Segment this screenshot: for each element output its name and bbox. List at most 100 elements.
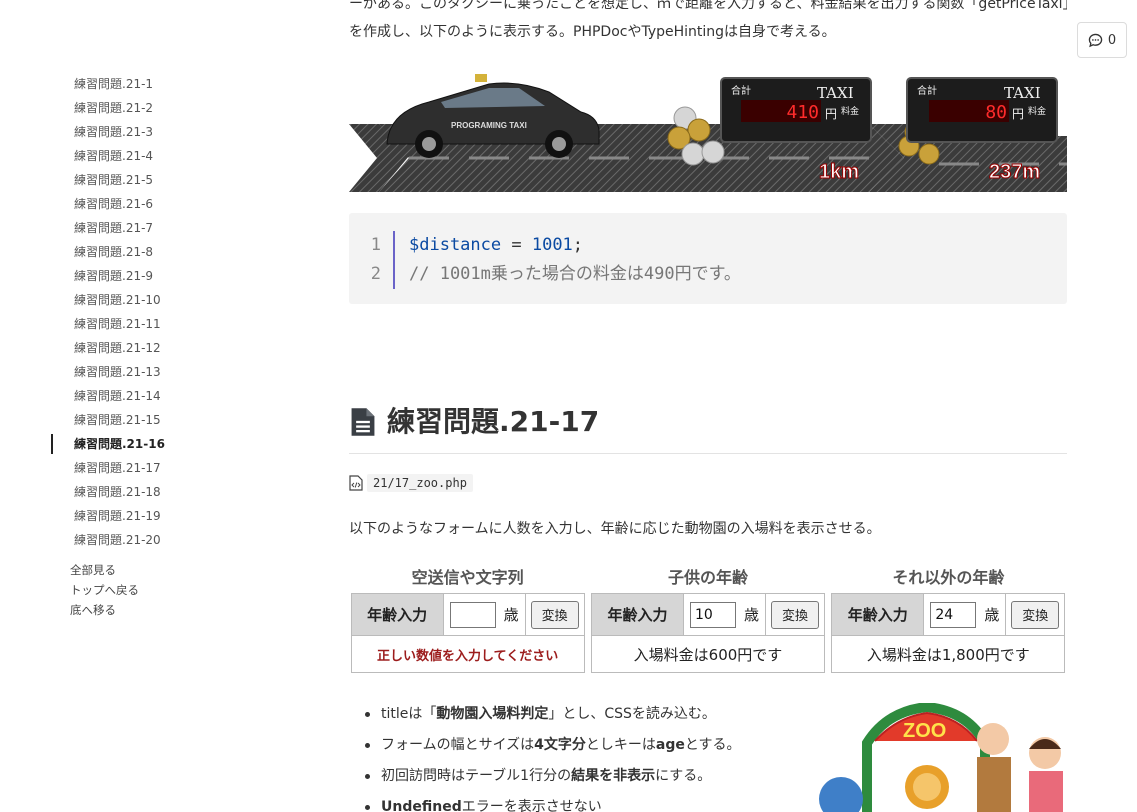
convert-button-wrap: 変換 [766, 594, 824, 635]
toc-item[interactable]: 練習問題.21-4 [0, 144, 200, 168]
age-label: 年齢入力 [832, 594, 925, 635]
age-field: 24 歳 [924, 594, 1007, 635]
zoo-sign: ZOO [903, 720, 946, 742]
age-unit: 歳 [984, 606, 1000, 624]
list-item: Undefinedエラーを表示させない [349, 792, 799, 812]
toc-item[interactable]: 練習問題.21-17 [0, 456, 200, 480]
panel-form: 年齢入力 10 歳変換入場料金は600円です [590, 593, 825, 673]
svg-text:合計: 合計 [917, 84, 937, 97]
code-block: 1 $distance = 1001; 2 // 1001m乗った場合の料金は4… [349, 213, 1067, 304]
requirements-list: titleは「動物園入場料判定」とし、CSSを読み込む。 フォームの幅とサイズは4… [349, 699, 799, 812]
toc-item[interactable]: 練習問題.21-9 [0, 264, 200, 288]
file-reference: 21/17_zoo.php [349, 474, 473, 492]
svg-text:TAXI: TAXI [817, 84, 854, 102]
comment-button[interactable]: 0 [1077, 22, 1127, 58]
convert-button[interactable]: 変換 [1011, 600, 1060, 629]
toc-item[interactable]: 練習問題.21-8 [0, 240, 200, 264]
comment-count: 0 [1107, 32, 1117, 48]
panel-form: 年齢入力 24 歳変換入場料金は1,800円です [831, 593, 1066, 673]
toc-item[interactable]: 練習問題.21-5 [0, 168, 200, 192]
intro-text: ーがある。このタクシーに乗ったことを想定し、ｍで距離を入力すると、料金結果を出力… [349, 0, 1067, 46]
intro-line-2: を作成し、以下のように表示する。PHPDocやTypeHintingは自身で考え… [349, 24, 836, 40]
go-to-bottom-link[interactable]: 底へ移る [70, 600, 200, 620]
line-number: 1 [349, 231, 395, 260]
age-field: 10 歳 [684, 594, 766, 635]
age-input[interactable]: 24 [930, 601, 977, 628]
meter-2-amount: 80 [985, 102, 1007, 123]
meter-1-amount: 410 [786, 102, 819, 123]
toc-item[interactable]: 練習問題.21-15 [0, 408, 200, 432]
code-line: 1 $distance = 1001; [349, 231, 1067, 260]
line-number: 2 [349, 260, 395, 289]
file-name: 21/17_zoo.php [367, 474, 473, 492]
result-message: 入場料金は1,800円です [866, 645, 1030, 664]
document-icon [351, 408, 375, 436]
code-line: 2 // 1001m乗った場合の料金は490円です。 [349, 260, 1067, 289]
section-title: 練習問題.21-17 [387, 405, 600, 438]
convert-button[interactable]: 変換 [770, 600, 819, 629]
intro-line-1: ーがある。このタクシーに乗ったことを想定し、ｍで距離を入力すると、料金結果を出力… [349, 0, 1067, 12]
toc-item[interactable]: 練習問題.21-16 [0, 432, 200, 456]
code-comment: // 1001m乗った場合の料金は490円です。 [409, 264, 741, 284]
age-input[interactable]: 10 [689, 601, 736, 628]
toc-item[interactable]: 練習問題.21-10 [0, 288, 200, 312]
toc-item[interactable]: 練習問題.21-19 [0, 504, 200, 528]
meter-1-distance: 1km [819, 161, 859, 183]
toc-item[interactable]: 練習問題.21-18 [0, 480, 200, 504]
car-text: PROGRAMING TAXI [451, 121, 527, 130]
age-label: 年齢入力 [351, 594, 444, 635]
list-item: 初回訪問時はテーブル1行分の結果を非表示にする。 [349, 761, 799, 792]
panel-form: 年齢入力 歳変換正しい数値を入力してください [350, 593, 585, 673]
view-all-link[interactable]: 全部見る [70, 560, 200, 580]
convert-button-wrap: 変換 [1006, 594, 1064, 635]
toc-item[interactable]: 練習問題.21-13 [0, 360, 200, 384]
age-unit: 歳 [503, 606, 519, 624]
toc-item[interactable]: 練習問題.21-6 [0, 192, 200, 216]
age-unit: 歳 [743, 606, 759, 624]
form-example-panel: 子供の年齢年齢入力 10 歳変換入場料金は600円です [589, 563, 826, 679]
section-description: 以下のようなフォームに人数を入力し、年齢に応じた動物園の入場料を表示させる。 [349, 521, 881, 537]
svg-text:料金: 料金 [1028, 105, 1046, 117]
toc-list: 練習問題.21-1 練習問題.21-2 練習問題.21-3 練習問題.21-4 練習問題… [0, 72, 200, 552]
table-of-contents: 練習問題.21-1 練習問題.21-2 練習問題.21-3 練習問題.21-4 練習問題… [0, 72, 200, 620]
panel-input-row: 年齢入力 10 歳変換 [591, 594, 824, 636]
zoo-illustration: ZOO [817, 703, 1067, 812]
taxi-banner-image: PROGRAMING TAXI 合計 TAXI 410 円 料金 1km 合計 … [349, 66, 1067, 192]
svg-text:合計: 合計 [731, 84, 751, 97]
toc-item[interactable]: 練習問題.21-3 [0, 120, 200, 144]
list-item: titleは「動物園入場料判定」とし、CSSを読み込む。 [349, 699, 799, 730]
toc-item[interactable]: 練習問題.21-7 [0, 216, 200, 240]
toc-item[interactable]: 練習問題.21-1 [0, 72, 200, 96]
back-to-top-link[interactable]: トップへ戻る [70, 580, 200, 600]
list-item: フォームの幅とサイズは4文字分としキーはageとする。 [349, 730, 799, 761]
svg-text:円: 円 [825, 107, 837, 121]
age-field: 歳 [444, 594, 526, 635]
toc-item[interactable]: 練習問題.21-11 [0, 312, 200, 336]
toc-item[interactable]: 練習問題.21-2 [0, 96, 200, 120]
panel-input-row: 年齢入力 24 歳変換 [832, 594, 1065, 636]
result-message: 入場料金は600円です [633, 645, 783, 664]
convert-button-wrap: 変換 [526, 594, 584, 635]
taxi-illustration: PROGRAMING TAXI 合計 TAXI 410 円 料金 1km 合計 … [349, 74, 1067, 192]
age-label: 年齢入力 [591, 594, 684, 635]
zoo-form-examples-image: 空送信や文字列 年齢入力歳変換 正しい数値を入力してください 子供の年齢 年齢入力 10 歳… [349, 563, 1067, 679]
age-input[interactable] [449, 601, 496, 628]
comment-icon [1088, 33, 1103, 47]
error-message: 正しい数値を入力してください [377, 648, 559, 664]
toc-item[interactable]: 練習問題.21-12 [0, 336, 200, 360]
convert-button[interactable]: 変換 [530, 600, 579, 629]
toc-item[interactable]: 練習問題.21-14 [0, 384, 200, 408]
meter-2-distance: 237m [989, 161, 1040, 183]
panel-title: 子供の年齢 [667, 568, 748, 587]
toc-footer-links: 全部見る トップへ戻る 底へ移る [0, 560, 200, 620]
code-file-icon [349, 475, 363, 491]
svg-text:TAXI: TAXI [1004, 84, 1041, 102]
toc-item[interactable]: 練習問題.21-20 [0, 528, 200, 552]
panel-title: 空送信や文字列 [411, 568, 524, 587]
svg-text:料金: 料金 [841, 105, 859, 117]
section-heading: 練習問題.21-17 [349, 404, 1067, 454]
form-example-panel: 空送信や文字列年齢入力 歳変換正しい数値を入力してください [349, 563, 586, 679]
panel-title: それ以外の年齢 [892, 568, 1005, 587]
form-example-panel: それ以外の年齢年齢入力 24 歳変換入場料金は1,800円です [830, 563, 1067, 679]
code-text: $distance = 1001; [409, 235, 584, 255]
